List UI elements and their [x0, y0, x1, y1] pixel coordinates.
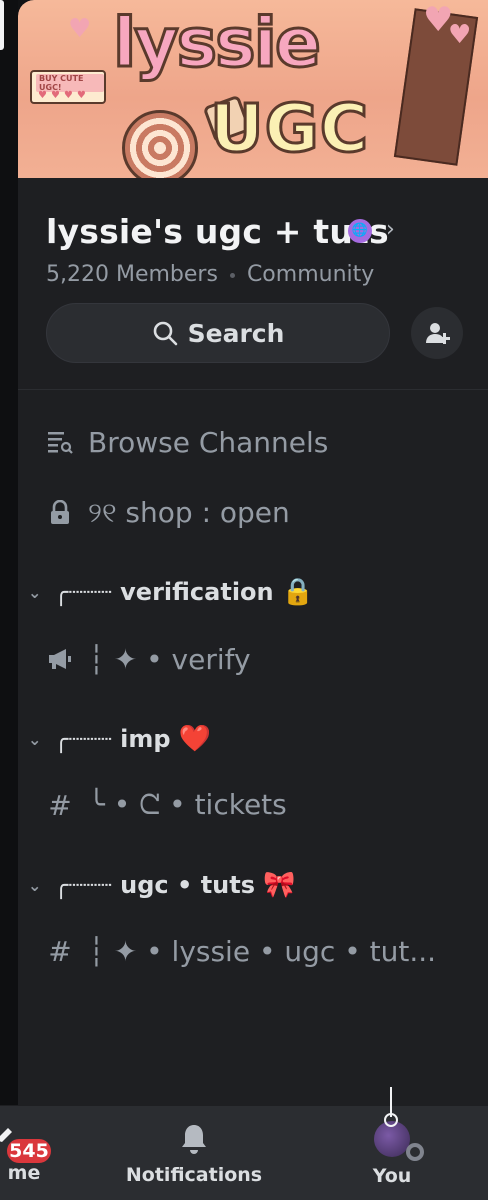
bottom-navigation: me Notifications You — [0, 1105, 488, 1200]
heart-emoji-icon: ❤️ — [178, 724, 211, 754]
heart-decoration: ♥ — [448, 20, 472, 50]
bell-icon — [182, 1124, 206, 1154]
server-banner[interactable]: ♥ ♥ ♥ BUY CUTE UGC! ♥♥♥♥ lyssie UGC — [18, 0, 488, 178]
browse-channels-label: Browse Channels — [88, 425, 329, 459]
announcement-icon — [46, 647, 74, 671]
member-count: 5,220 Members — [46, 262, 218, 287]
invite-button[interactable] — [411, 307, 463, 359]
category-label: ╭┈┈┈ ugc • tuts — [54, 871, 256, 899]
hash-icon: # — [48, 788, 72, 822]
community-globe-icon: 🌐 — [348, 219, 372, 243]
hash-icon: # — [48, 934, 72, 968]
lock-icon — [46, 500, 74, 526]
server-meta: 5,220 Members Community — [46, 262, 374, 287]
chevron-down-icon: ⌄ — [28, 875, 42, 895]
header-divider — [18, 389, 488, 390]
channel-name: ┆ ✦ • lyssie • ugc • tut... — [88, 934, 437, 968]
category-label: ╭┈┈┈ verification — [54, 578, 274, 606]
selected-server-pill — [0, 0, 4, 50]
server-type: Community — [246, 262, 375, 287]
swirl-candy-decoration — [122, 110, 198, 178]
channel-name: ୨୧ shop : open — [88, 496, 290, 529]
banner-tag-hearts: ♥♥♥♥ — [38, 90, 90, 101]
nav-you-label: You — [372, 1164, 412, 1187]
ribbon-emoji-icon: 🎀 — [263, 870, 296, 900]
category-verification[interactable]: ⌄ ╭┈┈┈ verification 🔒 — [28, 572, 314, 612]
browse-channels-row[interactable]: Browse Channels — [46, 420, 328, 464]
add-user-icon — [426, 323, 450, 344]
separator-dot — [229, 272, 235, 278]
category-imp[interactable]: ⌄ ╭┈┈┈ imp ❤️ — [28, 719, 211, 759]
nav-notifications[interactable]: Notifications — [124, 1106, 264, 1200]
search-label: Search — [187, 318, 285, 348]
channel-name: ┆ ✦ • verify — [88, 642, 251, 676]
browse-channels-icon — [46, 429, 74, 455]
heart-decoration: ♥ — [68, 14, 92, 44]
chevron-down-icon: ⌄ — [28, 582, 42, 602]
search-icon — [153, 321, 177, 346]
channel-tickets[interactable]: # ╰ • ᘧ • tickets — [46, 783, 287, 827]
banner-subtitle: UGC — [208, 90, 370, 167]
server-panel: ♥ ♥ ♥ BUY CUTE UGC! ♥♥♥♥ lyssie UGC lyss… — [18, 0, 488, 1105]
channel-shop[interactable]: ୨୧ shop : open — [46, 491, 290, 535]
category-ugc-tuts[interactable]: ⌄ ╭┈┈┈ ugc • tuts 🎀 — [28, 865, 295, 905]
search-button[interactable]: Search — [46, 303, 390, 363]
channel-name: ╰ • ᘧ • tickets — [88, 788, 287, 821]
channel-lyssie-ugc-tuts[interactable]: # ┆ ✦ • lyssie • ugc • tut... — [46, 929, 476, 973]
unread-badge: 545 — [4, 1136, 54, 1166]
server-name[interactable]: lyssie's ugc + tuts — [46, 212, 389, 251]
nav-notifications-label: Notifications — [125, 1163, 263, 1186]
status-indicator — [406, 1142, 424, 1161]
banner-title: lyssie — [111, 4, 322, 83]
chevron-right-icon[interactable]: › — [386, 217, 395, 242]
category-label: ╭┈┈┈ imp — [54, 725, 171, 753]
touch-indicator-dot — [384, 1113, 398, 1127]
banner-tag: BUY CUTE UGC! ♥♥♥♥ — [30, 70, 106, 104]
server-list-edge — [0, 0, 18, 1105]
lock-emoji-icon: 🔒 — [281, 577, 314, 607]
channel-verify[interactable]: ┆ ✦ • verify — [46, 637, 251, 681]
chevron-down-icon: ⌄ — [28, 729, 42, 749]
